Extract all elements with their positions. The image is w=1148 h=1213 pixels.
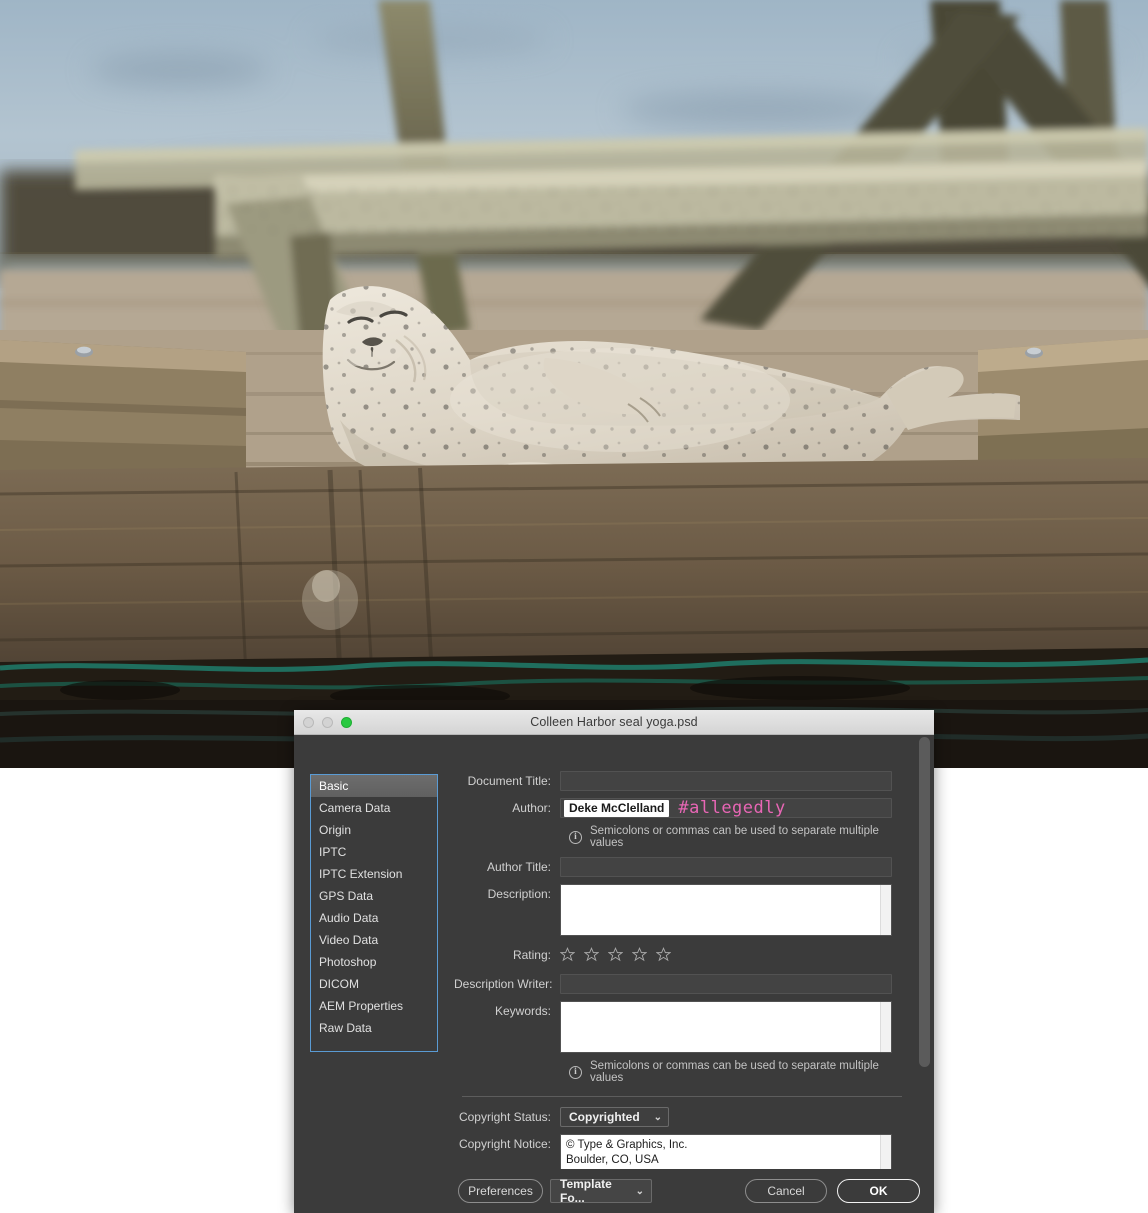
field-description: Description:: [454, 884, 906, 936]
copyright-status-label: Copyright Status:: [458, 1110, 551, 1124]
star-icon-2[interactable]: [584, 947, 599, 962]
close-button-icon[interactable]: [303, 717, 314, 728]
author-hashtag-text: #allegedly: [678, 798, 786, 818]
preferences-button[interactable]: Preferences: [458, 1179, 543, 1203]
author-title-label: Author Title:: [486, 860, 551, 874]
sidebar-item-dicom[interactable]: DICOM: [311, 973, 437, 995]
copyright-status-select[interactable]: Copyrighted ⌄: [560, 1107, 670, 1127]
keywords-hint: i Semicolons or commas can be used to se…: [569, 1060, 906, 1084]
field-author: Author: Deke McClelland #allegedly: [454, 798, 906, 818]
description-writer-input[interactable]: [560, 974, 892, 994]
dialog-titlebar[interactable]: Colleen Harbor seal yoga.psd: [294, 710, 934, 735]
keywords-scrollbar[interactable]: [880, 1002, 891, 1052]
window-title: Colleen Harbor seal yoga.psd: [530, 715, 698, 729]
dialog-footer: Preferences Template Fo... ⌄ Cancel OK: [294, 1169, 934, 1213]
chevron-down-icon: ⌄: [635, 1185, 644, 1197]
dialog-body: Basic Camera Data Origin IPTC IPTC Exten…: [294, 735, 934, 1213]
copyright-notice-scrollbar[interactable]: [880, 1135, 891, 1171]
author-title-input[interactable]: [560, 857, 892, 877]
sidebar-item-photoshop[interactable]: Photoshop: [311, 951, 437, 973]
background-photo: [0, 0, 1148, 768]
section-divider: [462, 1096, 902, 1097]
ok-button[interactable]: OK: [837, 1179, 920, 1203]
sidebar-item-audio-data[interactable]: Audio Data: [311, 907, 437, 929]
info-icon: i: [569, 1065, 582, 1079]
author-input[interactable]: Deke McClelland #allegedly: [560, 798, 892, 818]
sidebar-item-origin[interactable]: Origin: [311, 819, 437, 841]
template-folder-select[interactable]: Template Fo... ⌄: [550, 1177, 652, 1205]
sidebar-item-gps-data[interactable]: GPS Data: [311, 885, 437, 907]
category-list[interactable]: Basic Camera Data Origin IPTC IPTC Exten…: [311, 775, 437, 1039]
seal-dock-photo: [0, 0, 1148, 768]
sidebar-item-aem-properties[interactable]: AEM Properties: [311, 995, 437, 1017]
field-rating: Rating:: [454, 945, 906, 965]
author-hint: i Semicolons or commas can be used to se…: [569, 825, 906, 849]
form-scrollbar-thumb[interactable]: [919, 737, 930, 1067]
description-scrollbar[interactable]: [880, 885, 891, 935]
keywords-hint-text: Semicolons or commas can be used to sepa…: [590, 1060, 879, 1084]
description-label: Description:: [487, 887, 551, 901]
author-label: Author:: [512, 801, 551, 815]
copyright-notice-line1: © Type & Graphics, Inc.: [566, 1139, 688, 1151]
description-textarea[interactable]: [560, 884, 892, 936]
keywords-textarea[interactable]: [560, 1001, 892, 1053]
cancel-button[interactable]: Cancel: [745, 1179, 827, 1203]
document-title-input[interactable]: [560, 771, 892, 791]
copyright-notice-line2: Boulder, CO, USA: [566, 1154, 659, 1166]
keywords-label: Keywords:: [494, 1004, 551, 1018]
minimize-button-icon[interactable]: [322, 717, 333, 728]
field-keywords: Keywords:: [454, 1001, 906, 1053]
field-document-title: Document Title:: [454, 771, 906, 791]
rating-label: Rating:: [512, 948, 551, 962]
file-info-dialog: Colleen Harbor seal yoga.psd Basic Camer…: [294, 710, 934, 1213]
sidebar-item-iptc[interactable]: IPTC: [311, 841, 437, 863]
description-writer-label: Description Writer:: [454, 977, 553, 991]
copyright-status-value: Copyrighted: [569, 1110, 640, 1124]
star-icon-3[interactable]: [608, 947, 623, 962]
zoom-button-icon[interactable]: [341, 717, 352, 728]
star-icon-5[interactable]: [656, 947, 671, 962]
info-icon: i: [569, 830, 582, 844]
star-icon-4[interactable]: [632, 947, 647, 962]
sidebar-item-iptc-extension[interactable]: IPTC Extension: [311, 863, 437, 885]
field-description-writer: Description Writer:: [454, 974, 906, 994]
field-copyright-notice: Copyright Notice: © Type & Graphics, Inc…: [454, 1134, 906, 1171]
window-controls[interactable]: [303, 717, 352, 728]
template-folder-value: Template Fo...: [560, 1177, 612, 1205]
category-sidebar[interactable]: Basic Camera Data Origin IPTC IPTC Exten…: [310, 774, 438, 1052]
sidebar-item-video-data[interactable]: Video Data: [311, 929, 437, 951]
field-copyright-status: Copyright Status: Copyrighted ⌄: [454, 1107, 906, 1127]
sidebar-item-raw-data[interactable]: Raw Data: [311, 1017, 437, 1039]
sidebar-item-basic[interactable]: Basic: [311, 775, 437, 797]
screen: Colleen Harbor seal yoga.psd Basic Camer…: [0, 0, 1148, 1213]
metadata-form: Document Title: Author: Deke McClelland …: [454, 771, 906, 1171]
rating-stars[interactable]: [560, 945, 906, 962]
author-hint-text: Semicolons or commas can be used to sepa…: [590, 825, 879, 849]
star-icon-1[interactable]: [560, 947, 575, 962]
sidebar-item-camera-data[interactable]: Camera Data: [311, 797, 437, 819]
copyright-notice-textarea[interactable]: © Type & Graphics, Inc. Boulder, CO, USA: [560, 1134, 892, 1171]
field-author-title: Author Title:: [454, 857, 906, 877]
document-title-label: Document Title:: [467, 774, 551, 788]
copyright-notice-label: Copyright Notice:: [458, 1137, 551, 1151]
form-scrollbar[interactable]: [919, 737, 930, 1067]
author-token: Deke McClelland: [564, 799, 670, 817]
chevron-down-icon: ⌄: [653, 1111, 663, 1123]
